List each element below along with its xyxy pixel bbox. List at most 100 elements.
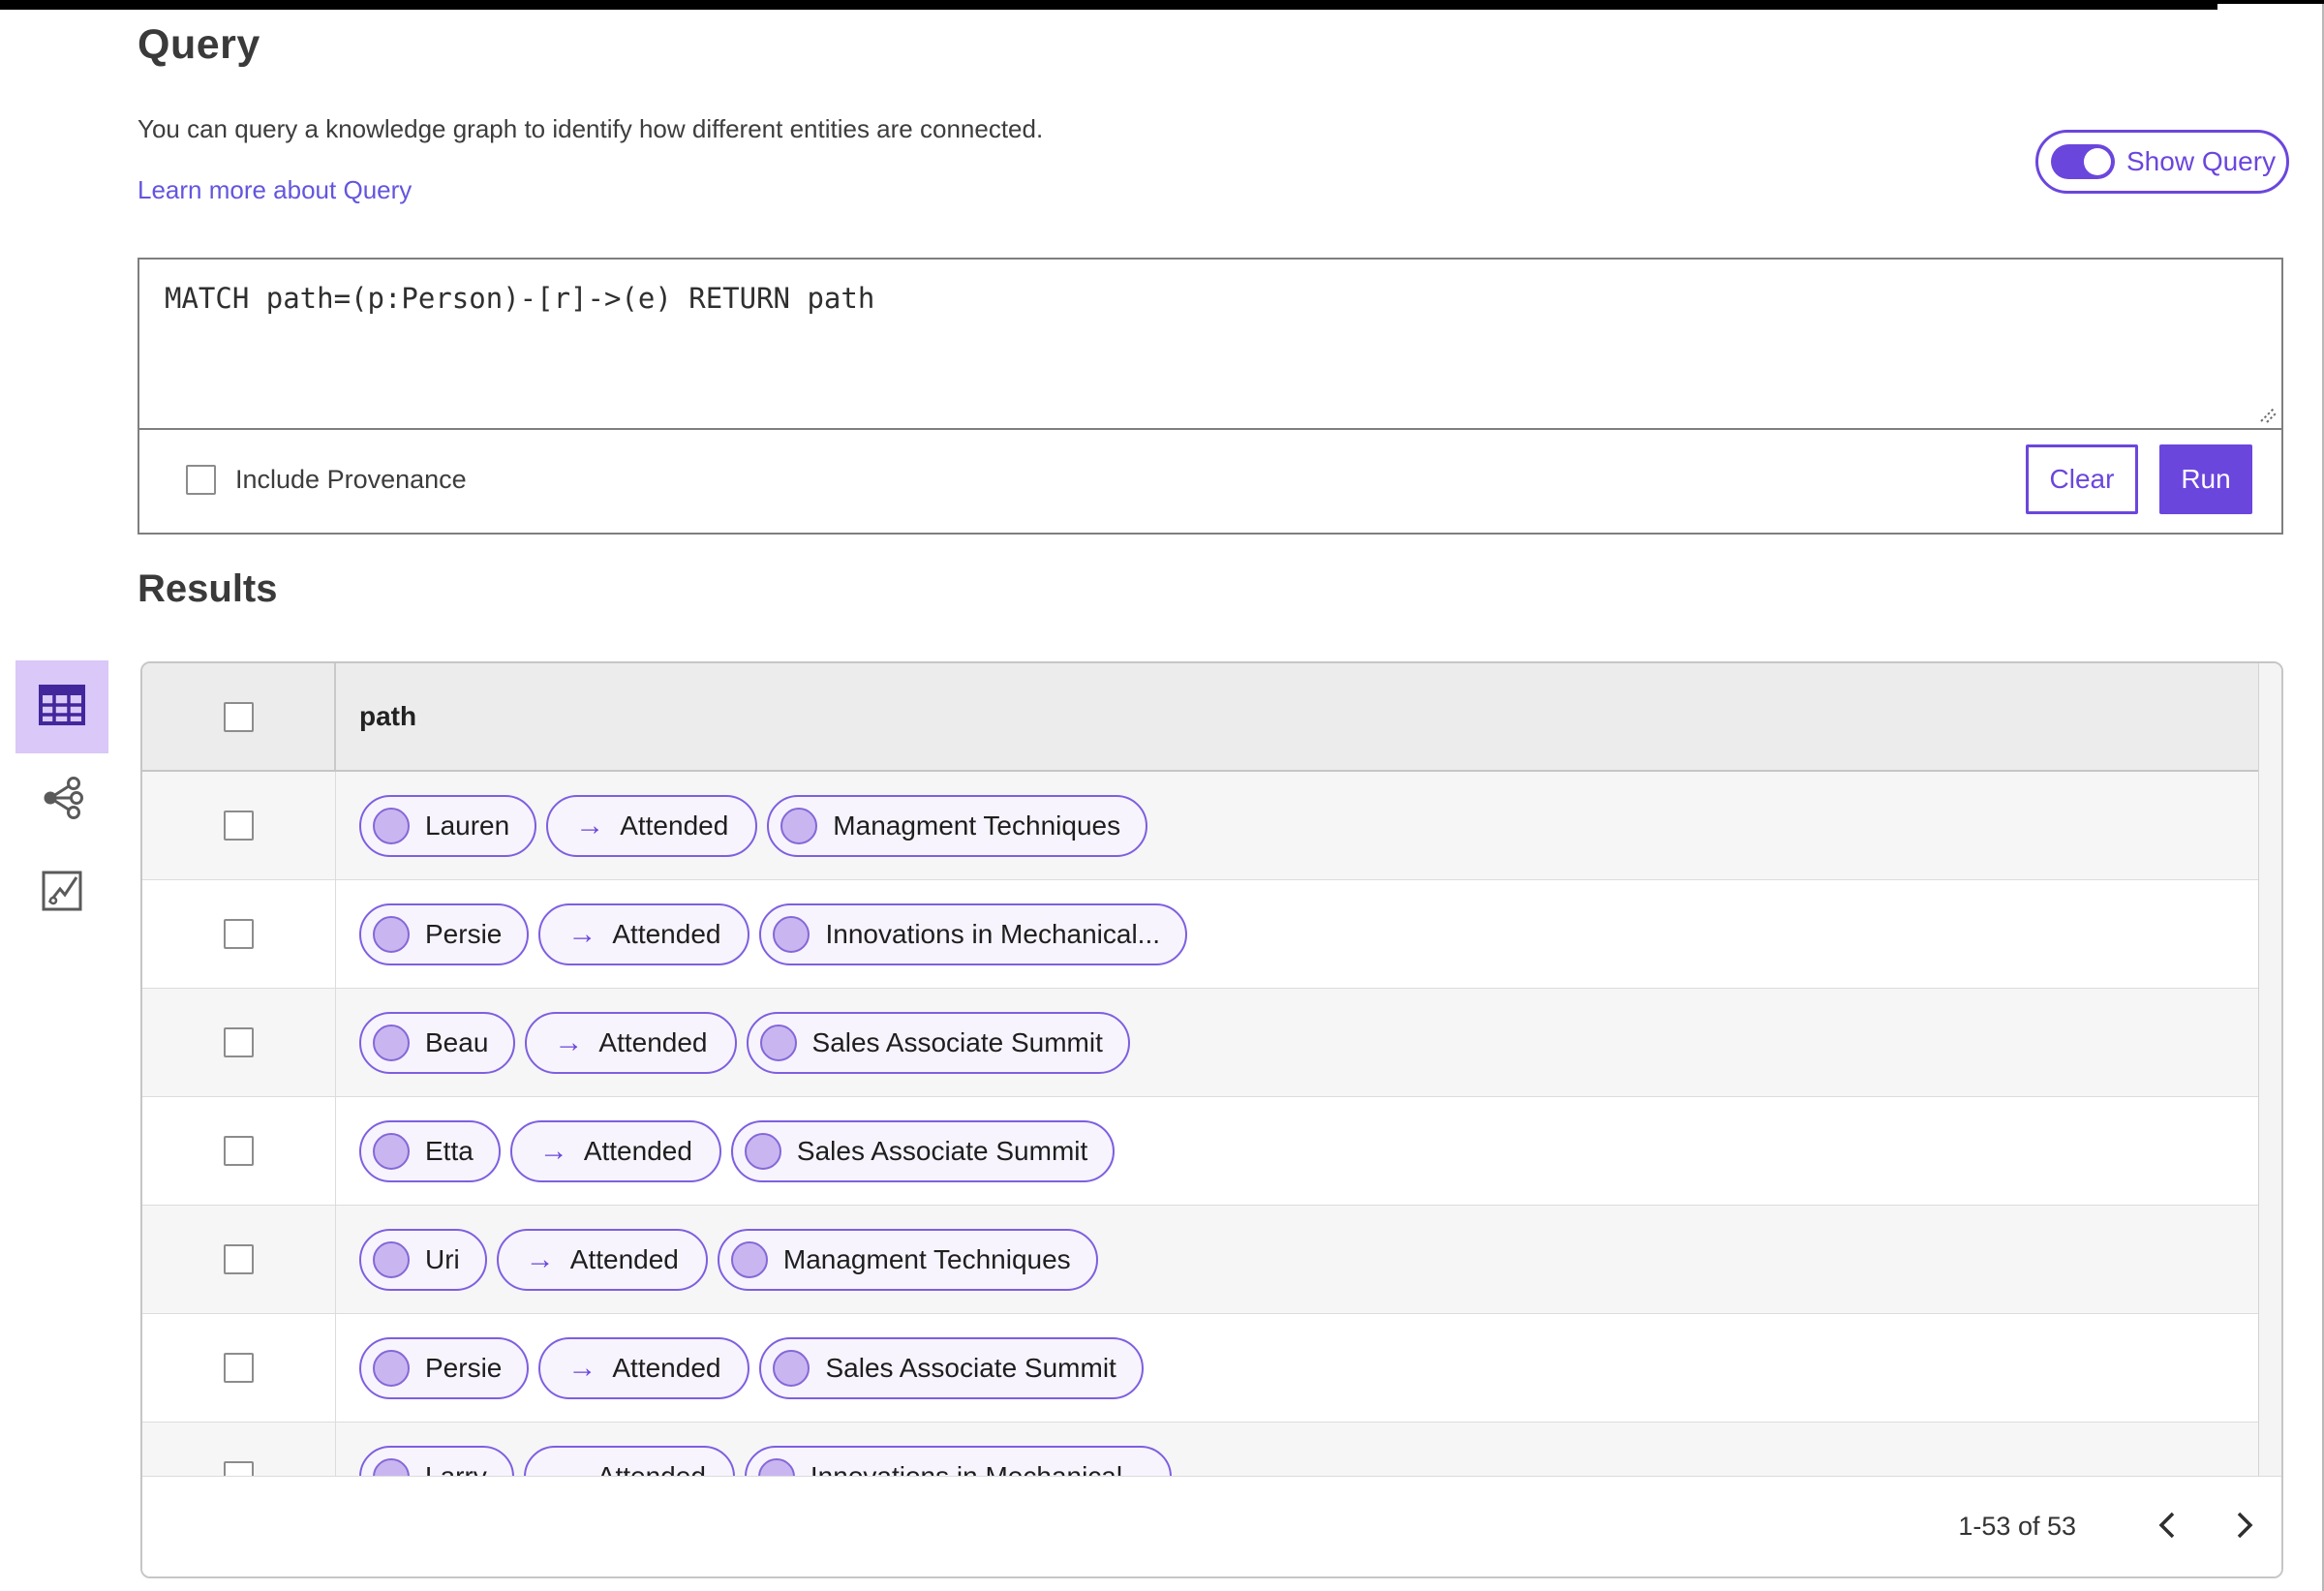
view-item-chart[interactable] [15,846,108,939]
target-entity-label: Managment Techniques [833,810,1121,841]
entity-pill-target[interactable]: Sales Associate Summit [746,1011,1130,1074]
row-checkbox[interactable] [224,1244,254,1274]
entity-pill-source[interactable]: Persie [359,903,530,965]
relation-pill[interactable]: → Attended [523,1445,735,1477]
chevron-right-icon [2232,1509,2257,1545]
entity-pill-target[interactable]: Innovations in Mechanical... [744,1445,1173,1477]
target-entity-label: Innovations in Mechanical... [825,918,1161,949]
row-path-cell: Uri → Attended Managment Techniques [336,1206,2281,1313]
previous-page-button[interactable] [2146,1498,2188,1556]
view-switcher [15,660,108,939]
entity-pill-target[interactable]: Sales Associate Summit [730,1119,1116,1182]
graph-icon [40,776,84,825]
row-path-cell: Lauren → Attended Managment Techniques [336,772,2281,879]
view-item-table[interactable] [15,660,108,753]
relation-label: Attended [596,1460,706,1477]
row-checkbox[interactable] [224,1136,254,1166]
entity-pill-target[interactable]: Managment Techniques [717,1228,1098,1291]
results-table-panel: path Lauren → Attended Managment Techniq… [140,661,2283,1578]
node-circle-icon [373,1240,410,1278]
node-circle-icon [757,1457,795,1476]
row-checkbox[interactable] [224,1353,254,1383]
table-body: Lauren → Attended Managment Techniques P… [142,772,2281,1476]
node-circle-icon [773,915,810,953]
query-editor-footer: Include Provenance Clear Run [139,430,2281,529]
include-provenance-checkbox[interactable] [186,464,216,495]
arrow-right-icon: → [538,1134,568,1167]
entity-pill-source[interactable]: Lauren [359,794,537,857]
table-row: Uri → Attended Managment Techniques [142,1206,2281,1314]
source-entity-label: Lauren [425,810,510,841]
row-path-cell: Beau → Attended Sales Associate Summit [336,989,2281,1096]
entity-pill-target[interactable]: Sales Associate Summit [759,1336,1144,1399]
resize-handle-icon[interactable] [2253,400,2278,425]
row-checkbox[interactable] [224,1461,254,1476]
entity-pill-source[interactable]: Larry [359,1445,514,1477]
show-query-button[interactable]: Show Query [2035,130,2289,194]
source-entity-label: Persie [425,1352,503,1383]
node-circle-icon [744,1132,781,1170]
node-circle-icon [759,1024,797,1061]
row-checkbox[interactable] [224,811,254,841]
view-item-graph[interactable] [15,753,108,846]
node-circle-icon [730,1240,768,1278]
arrow-right-icon: → [525,1242,555,1275]
relation-label: Attended [598,1026,708,1057]
relation-pill[interactable]: → Attended [546,794,758,857]
page-title: Query [138,21,260,68]
row-path-cell: Persie → Attended Sales Associate Summit [336,1314,2281,1422]
relation-pill[interactable]: → Attended [496,1228,708,1291]
header-checkbox-cell [142,663,336,770]
row-checkbox-cell [142,989,336,1096]
arrow-right-icon: → [554,1025,584,1058]
learn-more-link[interactable]: Learn more about Query [138,175,412,205]
relation-label: Attended [620,810,729,841]
table-row: Lauren → Attended Managment Techniques [142,772,2281,880]
table-row: Persie → Attended Sales Associate Summit [142,1314,2281,1423]
entity-pill-source[interactable]: Beau [359,1011,516,1074]
entity-pill-source[interactable]: Persie [359,1336,530,1399]
target-entity-label: Managment Techniques [782,1243,1071,1274]
table-row: Beau → Attended Sales Associate Summit [142,989,2281,1097]
entity-pill-source[interactable]: Etta [359,1119,501,1182]
row-checkbox[interactable] [224,1027,254,1057]
relation-pill[interactable]: → Attended [538,903,750,965]
query-page: { "header": { "title": "Query", "descrip… [0,0,2324,1591]
relation-pill[interactable]: → Attended [509,1119,721,1182]
entity-pill-source[interactable]: Uri [359,1228,487,1291]
window-top-bar-edge [2217,0,2324,4]
arrow-right-icon: → [567,917,597,950]
chart-icon [40,869,84,918]
target-entity-label: Innovations in Mechanical... [810,1460,1146,1477]
pagination-range-label: 1-53 of 53 [1958,1512,2076,1541]
query-editor-area: MATCH path=(p:Person)-[r]->(e) RETURN pa… [139,260,2281,430]
row-checkbox-cell [142,1097,336,1205]
relation-label: Attended [612,918,721,949]
show-query-label: Show Query [2126,146,2277,176]
window-top-bar [0,0,2217,10]
node-circle-icon [780,807,818,844]
relation-pill[interactable]: → Attended [538,1336,750,1399]
entity-pill-target[interactable]: Innovations in Mechanical... [759,903,1188,965]
entity-pill-target[interactable]: Managment Techniques [767,794,1148,857]
relation-pill[interactable]: → Attended [525,1011,737,1074]
table-scrollbar[interactable] [2258,663,2281,1476]
run-button[interactable]: Run [2159,444,2252,514]
node-circle-icon [373,807,410,844]
table-icon [38,681,86,734]
arrow-right-icon: → [552,1459,582,1477]
show-query-toggle[interactable] [2051,144,2115,179]
source-entity-label: Uri [425,1243,460,1274]
results-title: Results [138,567,278,610]
query-input[interactable]: MATCH path=(p:Person)-[r]->(e) RETURN pa… [139,260,2281,428]
next-page-button[interactable] [2223,1498,2266,1556]
row-path-cell: Persie → Attended Innovations in Mechani… [336,880,2281,988]
target-entity-label: Sales Associate Summit [811,1026,1103,1057]
row-checkbox[interactable] [224,919,254,949]
source-entity-label: Beau [425,1026,489,1057]
source-entity-label: Larry [425,1460,487,1477]
source-entity-label: Etta [425,1135,474,1166]
row-checkbox-cell [142,772,336,879]
select-all-checkbox[interactable] [223,701,254,732]
clear-button[interactable]: Clear [2026,444,2138,514]
